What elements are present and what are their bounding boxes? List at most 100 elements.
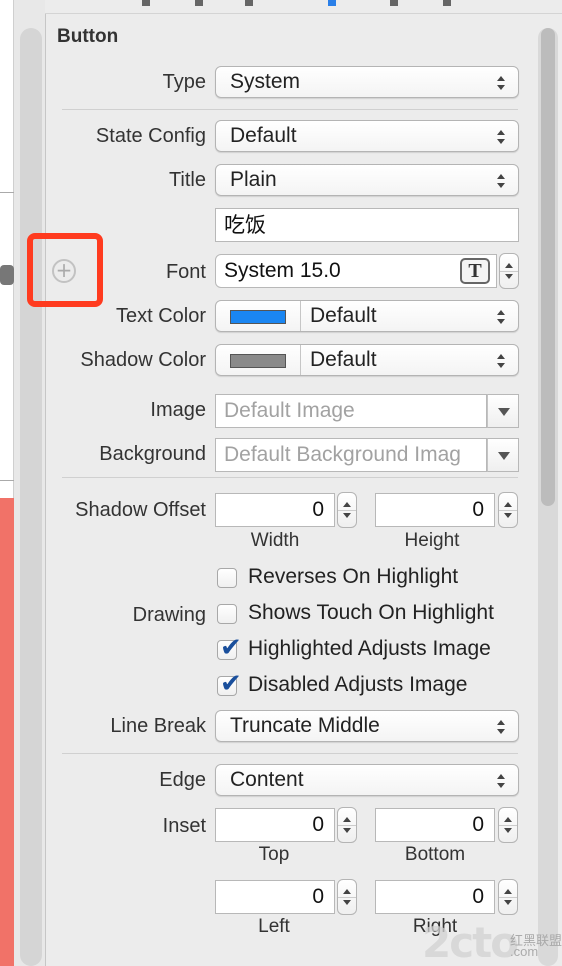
stepper-up-icon[interactable] [504,889,512,894]
chevron-down-icon [498,408,510,416]
inset-left-field[interactable]: 0 [215,880,335,914]
shadow-width-stepper[interactable] [337,492,357,528]
stepper-down-icon[interactable] [504,828,512,833]
inset-bottom-field[interactable]: 0 [375,808,495,842]
drawing-label: Drawing [132,604,206,626]
toolbar-tab-icon[interactable] [195,0,203,6]
inset-top-field[interactable]: 0 [215,808,335,842]
inset-right-field[interactable]: 0 [375,880,495,914]
shadow-offset-width-field[interactable]: 0 [215,493,335,527]
inset-bottom-stepper[interactable] [498,807,518,843]
chevron-down-icon [498,452,510,460]
title-popup[interactable]: Plain [215,164,519,196]
stepper-up-icon[interactable] [343,889,351,894]
checkmark-icon: ✔ [220,633,242,663]
shadow-color-label: Shadow Color [80,349,206,371]
state-config-label: State Config [95,125,206,147]
popup-arrows-icon [497,774,506,788]
font-value: System 15.0 [224,259,341,282]
shadow-offset-label: Shadow Offset [75,499,206,521]
stepper-up-icon[interactable] [343,817,351,822]
stepper-up-icon[interactable] [343,502,351,507]
popup-divider [300,345,301,375]
stepper-down-icon[interactable] [343,900,351,905]
stepper-divider [499,825,517,826]
type-value: System [230,70,301,93]
stepper-divider [338,825,356,826]
toolbar-tab-icon[interactable] [142,0,150,6]
width-caption: Width [250,530,300,551]
edge-popup[interactable]: Content [215,764,519,796]
separator [62,477,518,478]
inset-left-stepper[interactable] [337,879,357,915]
image-combo-button[interactable] [487,394,519,428]
state-config-popup[interactable]: Default [215,120,519,152]
title-label: Title [168,169,206,191]
stepper-divider [499,510,517,511]
reverses-on-highlight-checkbox[interactable] [217,568,237,588]
image-combo-field[interactable]: Default Image [215,394,487,428]
stepper-up-icon[interactable] [504,817,512,822]
title-text-field[interactable]: 吃饭 [215,208,519,242]
highlighted-adjusts-image-label[interactable]: Highlighted Adjusts Image [248,637,491,661]
shadow-height-stepper[interactable] [498,492,518,528]
edge-label: Edge [159,769,206,791]
disabled-adjusts-image-checkbox[interactable]: ✔ [217,669,242,699]
inset-right-stepper[interactable] [498,879,518,915]
stepper-up-icon[interactable] [504,502,512,507]
toolbar-tab-icon[interactable] [245,0,253,6]
font-label: Font [165,261,206,283]
stepper-up-icon[interactable] [505,263,513,268]
background-combo-field[interactable]: Default Background Imag [215,438,487,472]
shadow-color-value: Default [310,348,377,371]
left-caption: Left [258,916,290,937]
section-title: Button [57,26,119,47]
watermark-domain: .com [510,944,539,959]
image-label: Image [150,399,206,421]
background-combo-button[interactable] [487,438,519,472]
shadow-color-popup[interactable]: Default [215,344,519,376]
toolbar-tab-icon[interactable] [443,0,451,6]
bottom-caption: Bottom [404,844,466,865]
text-color-label: Text Color [115,305,206,327]
stepper-down-icon[interactable] [505,274,513,279]
shadow-offset-height-field[interactable]: 0 [375,493,495,527]
line-break-label: Line Break [110,715,206,737]
stepper-divider [500,271,518,272]
line-break-popup[interactable]: Truncate Middle [215,710,519,742]
font-size-stepper[interactable] [499,253,519,289]
font-picker-icon[interactable]: T [460,258,490,284]
shows-touch-label[interactable]: Shows Touch On Highlight [248,601,494,625]
popup-arrows-icon [497,130,506,144]
watermark-logo: 2cto [422,918,519,966]
type-popup[interactable]: System [215,66,519,98]
background-label: Background [99,443,206,465]
stepper-down-icon[interactable] [504,513,512,518]
inset-top-stepper[interactable] [337,807,357,843]
scrollbar-thumb[interactable] [541,28,555,506]
separator [62,109,518,110]
stepper-down-icon[interactable] [343,513,351,518]
top-caption: Top [258,844,290,865]
shadow-color-swatch[interactable] [230,354,286,368]
stepper-down-icon[interactable] [504,900,512,905]
popup-arrows-icon [497,76,506,90]
text-color-value: Default [310,304,377,327]
highlighted-adjusts-image-checkbox[interactable]: ✔ [217,633,242,663]
text-color-popup[interactable]: Default [215,300,519,332]
stepper-down-icon[interactable] [343,828,351,833]
text-color-swatch[interactable] [230,310,286,324]
popup-divider [300,301,301,331]
reverses-on-highlight-label[interactable]: Reverses On Highlight [248,565,458,589]
state-config-value: Default [230,124,297,147]
shows-touch-checkbox[interactable] [217,604,237,624]
toolbar-tab-icon[interactable] [390,0,398,6]
toolbar-tab-icon-active[interactable] [328,0,336,6]
inset-label: Inset [162,815,206,837]
disabled-adjusts-image-label[interactable]: Disabled Adjusts Image [248,673,467,697]
stepper-divider [338,897,356,898]
edge-value: Content [230,768,304,791]
checkmark-icon: ✔ [220,669,242,699]
font-field[interactable]: System 15.0 T [215,254,497,288]
gutter-track [20,28,42,966]
